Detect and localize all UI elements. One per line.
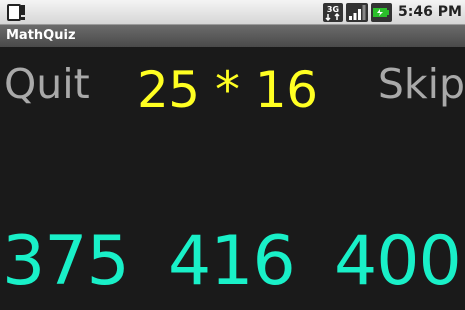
status-clock: 5:46 PM <box>398 4 462 20</box>
title-bar: MathQuiz <box>0 25 465 47</box>
answer-option-2[interactable]: 416 <box>168 222 296 302</box>
signal-icon <box>346 3 368 22</box>
network-type-label: 3G <box>327 5 339 14</box>
answer-option-3[interactable]: 400 <box>334 222 462 302</box>
network-3g-icon: 3G <box>323 3 343 22</box>
status-bar: 3G 5:46 PM <box>0 0 465 25</box>
answer-option-1[interactable]: 375 <box>2 222 130 302</box>
question-text: 25 * 16 <box>137 61 318 119</box>
skip-button[interactable]: Skip <box>378 60 465 108</box>
app-title: MathQuiz <box>6 28 76 43</box>
battery-charging-icon <box>371 3 392 22</box>
notification-icon <box>7 4 25 21</box>
answer-options: 375 416 400 <box>0 222 465 302</box>
quit-button[interactable]: Quit <box>4 60 90 108</box>
